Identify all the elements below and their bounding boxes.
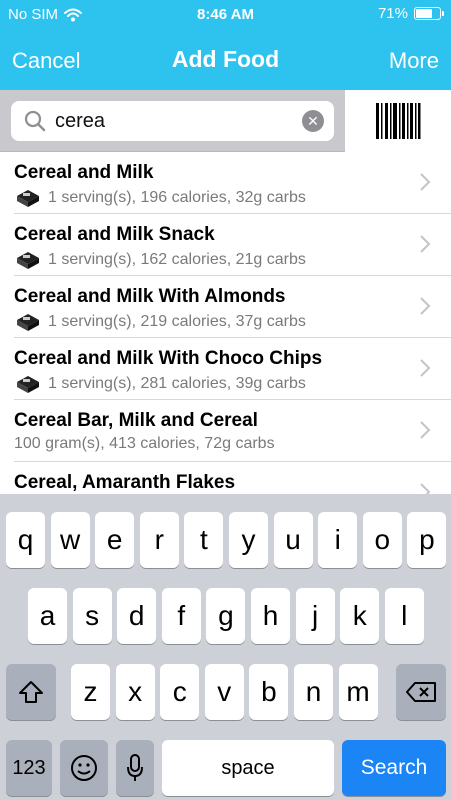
key-l[interactable]: l xyxy=(384,588,424,644)
backspace-icon xyxy=(406,682,436,702)
chevron-right-icon xyxy=(420,235,431,253)
key-w[interactable]: w xyxy=(50,512,90,568)
chevron-right-icon xyxy=(420,421,431,439)
shift-icon xyxy=(19,681,43,703)
numbers-key[interactable]: 123 xyxy=(6,740,52,796)
chevron-right-icon xyxy=(420,173,431,191)
status-bar: No SIM 8:46 AM 71% xyxy=(0,0,451,30)
key-d[interactable]: d xyxy=(117,588,157,644)
on-screen-keyboard: q w e r t y u i o p a s d f g h j k l z x c v b n m 123 space Search xyxy=(0,494,451,800)
food-name: Cereal and Milk Snack xyxy=(14,224,215,245)
food-tray-icon xyxy=(17,314,39,331)
key-p[interactable]: p xyxy=(407,512,447,568)
search-input[interactable]: cerea ✕ xyxy=(11,101,334,141)
food-results-list: Cereal and Milk 1 serving(s), 196 calorie… xyxy=(0,152,451,494)
microphone-icon xyxy=(127,754,143,781)
food-tray-icon xyxy=(17,190,39,207)
barcode-scan-button[interactable] xyxy=(345,90,451,152)
food-detail-text: 1 serving(s), 162 calories, 21g carbs xyxy=(48,251,306,268)
emoji-icon xyxy=(71,755,97,781)
search-key[interactable]: Search xyxy=(342,740,446,796)
food-tray-icon xyxy=(17,252,39,269)
key-o[interactable]: o xyxy=(362,512,402,568)
food-result-row[interactable]: Cereal and Milk With Choco Chips 1 servin… xyxy=(14,338,451,400)
battery-percent: 71% xyxy=(377,5,408,22)
food-name: Cereal and Milk With Choco Chips xyxy=(14,348,323,369)
key-n[interactable]: n xyxy=(294,664,333,720)
key-u[interactable]: u xyxy=(273,512,313,568)
food-name: Cereal and Milk xyxy=(14,162,154,183)
search-query: cerea xyxy=(55,109,106,132)
barcode-icon xyxy=(376,103,421,139)
food-result-row[interactable]: Cereal and Milk Snack 1 serving(s), 162 c… xyxy=(14,214,451,276)
food-name: Cereal, Amaranth Flakes xyxy=(14,472,236,493)
more-button[interactable]: More xyxy=(389,48,439,74)
food-detail: 1 serving(s), 219 calories, 37g carbs xyxy=(14,311,306,333)
food-detail: 1 serving(s), 162 calories, 21g carbs xyxy=(14,249,306,271)
key-f[interactable]: f xyxy=(161,588,201,644)
key-z[interactable]: z xyxy=(71,664,110,720)
chevron-right-icon xyxy=(420,359,431,377)
battery-icon xyxy=(414,7,444,20)
emoji-key[interactable] xyxy=(60,740,108,796)
food-detail-text: 1 serving(s), 196 calories, 32g carbs xyxy=(48,189,306,206)
backspace-key[interactable] xyxy=(396,664,446,720)
food-detail-text: 100 gram(s), 413 calories, 72g carbs xyxy=(14,435,275,452)
search-area: cerea ✕ xyxy=(0,90,451,152)
key-b[interactable]: b xyxy=(249,664,289,720)
app-header: No SIM 8:46 AM 71% Cancel Add Food More xyxy=(0,0,451,90)
cancel-button[interactable]: Cancel xyxy=(12,48,80,74)
food-result-row[interactable]: Cereal and Milk 1 serving(s), 196 calorie… xyxy=(14,152,451,214)
key-e[interactable]: e xyxy=(95,512,135,568)
key-t[interactable]: t xyxy=(184,512,224,568)
shift-key[interactable] xyxy=(6,664,56,720)
key-a[interactable]: a xyxy=(28,588,67,644)
food-result-row[interactable]: Cereal and Milk With Almonds 1 serving(s)… xyxy=(14,276,451,338)
key-r[interactable]: r xyxy=(139,512,179,568)
key-x[interactable]: x xyxy=(115,664,155,720)
key-s[interactable]: s xyxy=(72,588,112,644)
food-name: Cereal and Milk With Almonds xyxy=(14,286,286,307)
clear-search-icon[interactable]: ✕ xyxy=(302,110,324,132)
food-detail-text: 1 serving(s), 219 calories, 37g carbs xyxy=(48,313,306,330)
food-name: Cereal Bar, Milk and Cereal xyxy=(14,410,258,431)
chevron-right-icon xyxy=(420,297,431,315)
key-g[interactable]: g xyxy=(206,588,246,644)
key-v[interactable]: v xyxy=(204,664,244,720)
battery-status: 71% xyxy=(377,5,444,22)
food-result-row[interactable]: Cereal Bar, Milk and Cereal 100 gram(s), … xyxy=(14,400,451,462)
key-y[interactable]: y xyxy=(229,512,268,568)
key-c[interactable]: c xyxy=(160,664,200,720)
key-q[interactable]: q xyxy=(6,512,45,568)
nav-bar: Cancel Add Food More xyxy=(0,40,451,80)
chevron-right-icon xyxy=(420,483,431,494)
food-detail: 1 serving(s), 281 calories, 39g carbs xyxy=(14,373,306,395)
food-detail: 100 gram(s), 413 calories, 72g carbs xyxy=(14,435,275,453)
key-k[interactable]: k xyxy=(340,588,380,644)
key-j[interactable]: j xyxy=(295,588,335,644)
space-key[interactable]: space xyxy=(162,740,334,796)
key-m[interactable]: m xyxy=(338,664,378,720)
key-h[interactable]: h xyxy=(251,588,290,644)
dictation-key[interactable] xyxy=(116,740,154,796)
food-detail-text: 1 serving(s), 281 calories, 39g carbs xyxy=(48,375,306,392)
food-tray-icon xyxy=(17,376,39,393)
food-detail: 1 serving(s), 196 calories, 32g carbs xyxy=(14,187,306,209)
food-result-row[interactable]: Cereal, Amaranth Flakes xyxy=(14,462,451,494)
key-i[interactable]: i xyxy=(318,512,358,568)
search-icon xyxy=(24,110,46,132)
